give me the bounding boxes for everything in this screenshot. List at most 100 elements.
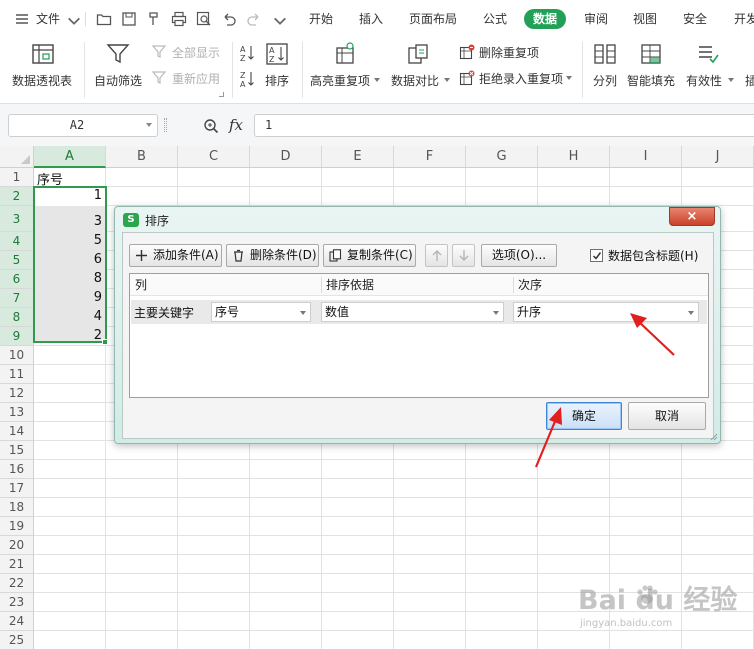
pivot-table-label: 数据透视表 — [12, 74, 73, 88]
grid-line-horizontal — [34, 459, 754, 460]
add-condition-button[interactable]: 添加条件(A) — [129, 244, 222, 267]
column-header-f[interactable]: F — [394, 146, 466, 168]
resize-grip-icon[interactable] — [710, 433, 718, 441]
row-header-21[interactable]: 21 — [0, 555, 34, 574]
row-header-17[interactable]: 17 — [0, 479, 34, 498]
tab-insert[interactable]: 插入 — [359, 0, 383, 38]
splitter-handle[interactable] — [164, 118, 167, 132]
wps-logo-icon: S — [123, 213, 139, 227]
row-header-5[interactable]: 5 — [0, 251, 34, 270]
options-button[interactable]: 选项(O)... — [481, 244, 557, 267]
undo-icon[interactable] — [221, 11, 237, 27]
row-header-19[interactable]: 19 — [0, 517, 34, 536]
options-label: 选项(O)... — [491, 248, 547, 262]
zoom-search-icon[interactable] — [203, 118, 219, 134]
row-header-10[interactable]: 10 — [0, 346, 34, 365]
sort-conditions-table: 列 排序依据 次序 主要关键字 序号 数值 升序 — [129, 273, 709, 398]
autofilter-button[interactable]: 自动筛选 — [94, 42, 144, 92]
sort-desc-button[interactable]: ZA — [239, 70, 255, 88]
chevron-down-icon[interactable] — [146, 123, 152, 127]
print-icon[interactable] — [171, 11, 187, 27]
row-header-8[interactable]: 8 — [0, 308, 34, 327]
row-header-4[interactable]: 4 — [0, 232, 34, 251]
row-header-14[interactable]: 14 — [0, 422, 34, 441]
column-header-e[interactable]: E — [322, 146, 394, 168]
name-box[interactable]: A2 — [8, 114, 158, 137]
row-header-22[interactable]: 22 — [0, 574, 34, 593]
data-compare-button[interactable]: 数据对比 — [391, 42, 451, 92]
column-header-b[interactable]: B — [106, 146, 178, 168]
print-preview-icon[interactable] — [196, 11, 212, 27]
row-header-1[interactable]: 1 — [0, 168, 34, 187]
primary-key-label: 主要关键字 — [134, 306, 195, 320]
move-up-button[interactable] — [425, 244, 448, 267]
hamburger-menu-icon[interactable] — [14, 11, 30, 27]
close-button[interactable]: × — [669, 207, 715, 226]
dialog-launcher-icon[interactable] — [219, 92, 224, 97]
text-to-columns-button[interactable]: 分列 — [590, 42, 620, 92]
row-header-7[interactable]: 7 — [0, 289, 34, 308]
file-menu[interactable]: 文件 — [36, 0, 60, 38]
row-header-9[interactable]: 9 — [0, 327, 34, 346]
insert-function-button[interactable]: fx — [229, 116, 243, 134]
column-header-h[interactable]: H — [538, 146, 610, 168]
copy-icon — [329, 249, 342, 262]
header-row-checkbox[interactable] — [590, 249, 603, 262]
row-header-2[interactable]: 2 — [0, 187, 34, 206]
tab-data[interactable]: 数据 — [524, 9, 567, 29]
tab-page-layout[interactable]: 页面布局 — [409, 0, 457, 38]
sort-button[interactable]: AZ 排序 — [262, 42, 294, 92]
row-header-24[interactable]: 24 — [0, 612, 34, 631]
row-header-18[interactable]: 18 — [0, 498, 34, 517]
show-all-label: 全部显示 — [172, 46, 221, 60]
row-header-6[interactable]: 6 — [0, 270, 34, 289]
tab-developer[interactable]: 开发 — [734, 0, 754, 38]
tab-view[interactable]: 视图 — [633, 0, 657, 38]
copy-condition-button[interactable]: 复制条件(C) — [323, 244, 416, 267]
row-header-3[interactable]: 3 — [0, 206, 34, 232]
row-header-16[interactable]: 16 — [0, 460, 34, 479]
row-header-15[interactable]: 15 — [0, 441, 34, 460]
row-header-11[interactable]: 11 — [0, 365, 34, 384]
column-header-d[interactable]: D — [250, 146, 322, 168]
header-row-checkbox-label[interactable]: 数据包含标题(H) — [608, 247, 698, 264]
data-validation-button[interactable]: 有效性 — [686, 42, 734, 92]
insert-dropdown-partial[interactable]: 插 — [745, 72, 754, 89]
row-header-23[interactable]: 23 — [0, 593, 34, 612]
tab-review[interactable]: 审阅 — [584, 0, 608, 38]
sort-order-dropdown[interactable]: 升序 — [513, 302, 699, 322]
fill-handle[interactable] — [102, 339, 108, 345]
more-chevron-icon[interactable] — [272, 13, 288, 29]
row-header-12[interactable]: 12 — [0, 384, 34, 403]
ok-button[interactable]: 确定 — [546, 402, 622, 430]
row-header-25[interactable]: 25 — [0, 631, 34, 649]
sort-asc-button[interactable]: AZ — [239, 44, 255, 62]
select-all-corner[interactable] — [0, 146, 34, 168]
column-header-c[interactable]: C — [178, 146, 250, 168]
column-header-g[interactable]: G — [466, 146, 538, 168]
tab-security[interactable]: 安全 — [683, 0, 707, 38]
redo-icon[interactable] — [246, 11, 262, 27]
column-header-i[interactable]: I — [610, 146, 682, 168]
cancel-button[interactable]: 取消 — [628, 402, 706, 430]
delete-condition-button[interactable]: 删除条件(D) — [226, 244, 319, 267]
row-header-20[interactable]: 20 — [0, 536, 34, 555]
flash-fill-button[interactable]: 智能填充 — [627, 42, 677, 92]
tab-home[interactable]: 开始 — [309, 0, 333, 38]
pivot-table-button[interactable]: 数据透视表 — [12, 42, 74, 92]
chevron-down-icon[interactable] — [66, 13, 82, 29]
highlight-duplicates-button[interactable]: 高亮重复项 — [310, 42, 380, 92]
selection-border — [33, 186, 107, 343]
column-header-a[interactable]: A — [34, 146, 106, 168]
sort-key-dropdown[interactable]: 序号 — [211, 302, 311, 322]
tab-formula[interactable]: 公式 — [483, 0, 507, 38]
sort-basis-dropdown[interactable]: 数值 — [321, 302, 504, 322]
move-down-button[interactable] — [452, 244, 475, 267]
row-header-13[interactable]: 13 — [0, 403, 34, 422]
open-folder-icon[interactable] — [96, 11, 112, 27]
save-icon[interactable] — [121, 11, 137, 27]
highlight-duplicates-label: 高亮重复项 — [310, 74, 371, 88]
format-painter-icon[interactable] — [146, 11, 162, 27]
column-header-j[interactable]: J — [682, 146, 754, 168]
formula-input[interactable]: 1 — [254, 114, 754, 137]
